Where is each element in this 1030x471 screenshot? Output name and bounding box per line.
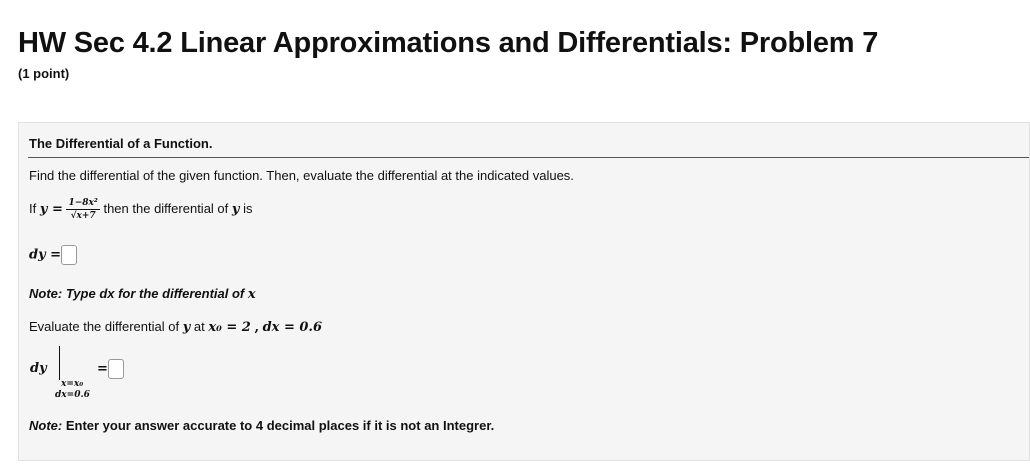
section-divider [28, 157, 1029, 158]
y-variable: y [231, 201, 240, 217]
function-fraction: 1−8x² √x+7 [66, 198, 100, 221]
note2-text: Enter your answer accurate to 4 decimal … [65, 418, 495, 433]
at-text: at [193, 319, 205, 334]
if-text: If [29, 200, 37, 216]
is-text: is [243, 200, 253, 216]
note1-variable: x [247, 287, 256, 302]
section-title: The Differential of a Function. [29, 136, 213, 151]
then-text: then the differential of [103, 200, 229, 216]
evaluation-bar [59, 346, 60, 380]
dy-label: dy = [29, 247, 62, 263]
points-label: (1 point) [18, 66, 70, 81]
eval-equals: = [97, 361, 108, 377]
eval-dy-label: dy [30, 361, 47, 376]
note1-text: Type dx for the differential of [65, 286, 245, 301]
comma: , [254, 320, 259, 335]
note2-label: Note: [29, 418, 63, 433]
page-title: HW Sec 4.2 Linear Approximations and Dif… [18, 27, 879, 59]
x0-expression: x₀ = 2 [208, 320, 251, 335]
evaluate-line: Evaluate the differential of y at x₀ = 2… [29, 319, 322, 335]
problem-panel: The Differential of a Function. Find the… [18, 122, 1030, 461]
eval-answer-row: = [97, 359, 124, 379]
dx-expression: dx = 0.6 [262, 320, 322, 335]
fraction-denominator: √x+7 [70, 211, 96, 221]
y-equals: y = [39, 201, 63, 217]
note-differential: Note: Type dx for the differential of x [29, 286, 256, 302]
eval-y-variable: y [182, 320, 191, 335]
note1-label: Note: [29, 286, 63, 301]
fraction-numerator: 1−8x² [66, 198, 100, 210]
dy-answer-input[interactable] [61, 245, 78, 265]
eval-answer-input[interactable] [107, 359, 124, 379]
note-precision: Note: Enter your answer accurate to 4 de… [29, 418, 494, 433]
function-line: If y = 1−8x² √x+7 then the differential … [29, 198, 252, 221]
eval-condition-x: x=x₀ [61, 379, 84, 389]
evaluate-text: Evaluate the differential of [29, 319, 180, 334]
instruction-text: Find the differential of the given funct… [29, 168, 574, 183]
dy-answer-row: dy = [29, 245, 78, 265]
eval-condition-dx: dx=0.6 [55, 390, 90, 400]
